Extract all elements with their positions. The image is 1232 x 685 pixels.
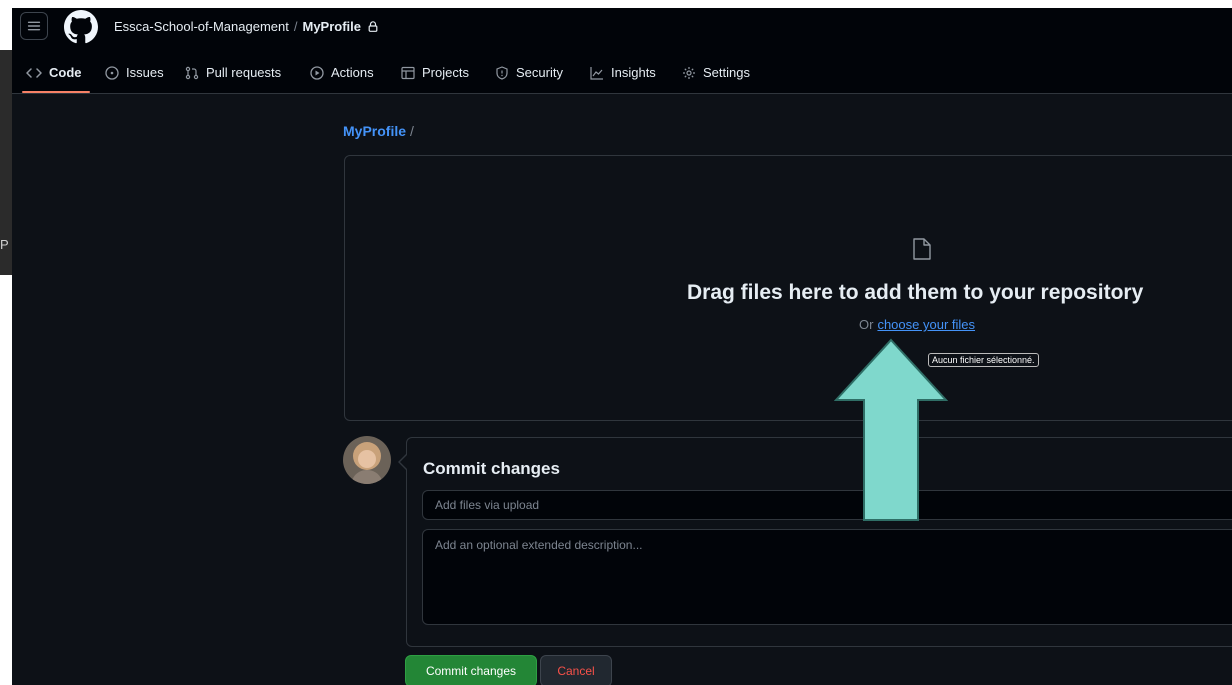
background-top-right (870, 0, 1232, 8)
tab-insights[interactable]: Insights (590, 65, 656, 80)
github-logo-icon[interactable] (64, 10, 98, 44)
path-repo-link[interactable]: MyProfile (343, 123, 406, 139)
tab-projects-label: Projects (422, 65, 469, 80)
upload-path: MyProfile / (343, 123, 414, 139)
shield-icon (496, 65, 508, 80)
breadcrumb-separator: / (293, 19, 298, 34)
tab-pull-requests-label: Pull requests (206, 65, 282, 80)
choose-files-line: Or choose your files (859, 317, 975, 332)
hamburger-icon (27, 21, 41, 31)
or-text: Or (859, 317, 874, 332)
table-icon (401, 66, 415, 79)
tab-security[interactable]: Security (495, 65, 563, 80)
hamburger-menu-button[interactable] (20, 12, 48, 40)
tab-code-label: Code (49, 65, 82, 80)
tab-pull-requests[interactable]: Pull requests (185, 65, 281, 80)
choose-files-link[interactable]: choose your files (877, 317, 975, 332)
global-header: Essca-School-of-Management / MyProfile (12, 8, 870, 48)
background-partial-text: P (0, 237, 9, 252)
tab-insights-label: Insights (611, 65, 656, 80)
tab-projects[interactable]: Projects (401, 65, 469, 80)
avatar (343, 436, 391, 484)
annotation-arrow (834, 338, 948, 521)
repo-link[interactable]: MyProfile (302, 19, 361, 34)
play-icon (310, 65, 324, 80)
drag-title: Drag files here to add them to your repo… (687, 281, 1144, 304)
tab-issues-label: Issues (126, 65, 164, 80)
file-icon (913, 238, 931, 260)
issue-icon (105, 65, 119, 80)
repo-nav-tabs: Code Issues Pull requests Actions Projec… (12, 48, 1232, 94)
global-header-right (870, 8, 1232, 48)
cancel-button[interactable]: Cancel (540, 655, 612, 685)
file-drop-zone[interactable]: Drag files here to add them to your repo… (344, 155, 1232, 421)
path-separator: / (410, 123, 414, 139)
github-upload-page: Essca-School-of-Management / MyProfile Cod… (12, 8, 1232, 685)
org-link[interactable]: Essca-School-of-Management (114, 19, 289, 34)
commit-summary-input[interactable] (422, 490, 1232, 520)
commit-changes-button[interactable]: Commit changes (405, 655, 537, 685)
pull-request-icon (185, 66, 199, 79)
gear-icon (683, 66, 695, 79)
commit-description-input[interactable] (422, 529, 1232, 625)
tab-actions-label: Actions (331, 65, 374, 80)
tab-actions[interactable]: Actions (310, 65, 374, 80)
commit-box-caret-inner (400, 454, 408, 470)
tab-code[interactable]: Code (26, 65, 82, 80)
tab-settings-label: Settings (703, 65, 750, 80)
lock-icon (368, 21, 378, 32)
active-tab-underline (22, 91, 90, 93)
repo-breadcrumb: Essca-School-of-Management / MyProfile (114, 19, 378, 34)
graph-icon (590, 66, 603, 80)
tab-issues[interactable]: Issues (105, 65, 164, 80)
tab-security-label: Security (516, 65, 563, 80)
tab-settings[interactable]: Settings (682, 65, 750, 80)
commit-title: Commit changes (423, 459, 560, 478)
code-icon (26, 67, 42, 78)
commit-form: Commit changes (406, 437, 1232, 647)
